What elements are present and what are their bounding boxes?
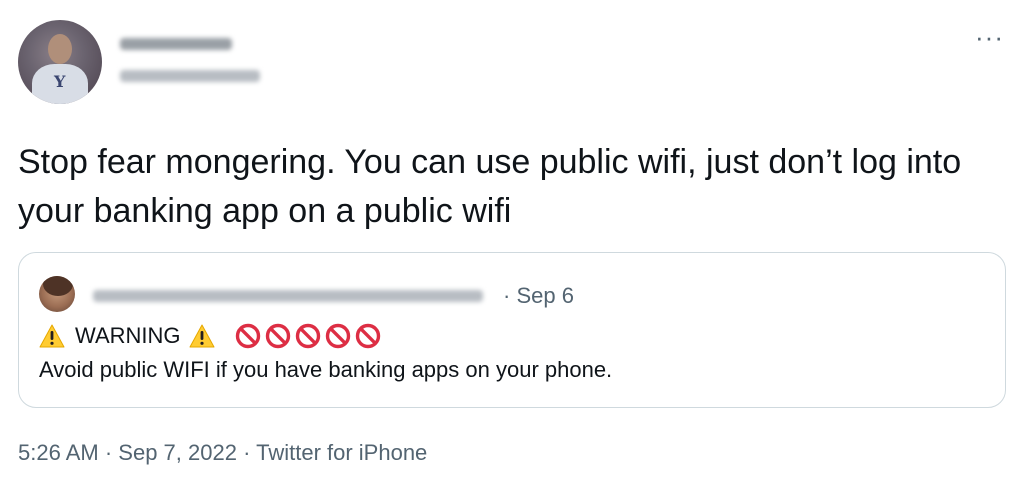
no-entry-icon	[235, 323, 260, 349]
avatar-head-shape	[48, 34, 72, 64]
no-entry-icon	[295, 323, 320, 349]
quoted-tweet-text: Avoid public WIFI if you have banking ap…	[39, 357, 613, 382]
quoted-tweet-date[interactable]: · Sep 6	[503, 283, 574, 309]
no-entry-icon	[265, 323, 290, 349]
author-handle-redacted[interactable]	[120, 70, 260, 82]
tweet-date[interactable]: Sep 7, 2022	[118, 440, 237, 465]
no-entry-icon	[325, 323, 350, 349]
quoted-tweet[interactable]: · Sep 6 WARNING Avoid public WIFI if you…	[18, 252, 1006, 408]
no-entry-group	[231, 323, 381, 349]
quoted-author-avatar[interactable]	[39, 276, 75, 312]
more-options-icon[interactable]: ···	[975, 24, 1004, 50]
warning-line: WARNING	[39, 321, 381, 351]
separator: ·	[236, 440, 257, 465]
tweet-source[interactable]: Twitter for iPhone	[256, 440, 427, 465]
author-avatar[interactable]: Y	[18, 20, 102, 104]
warning-icon	[39, 324, 65, 348]
author-name-redacted[interactable]	[120, 38, 232, 50]
avatar-hair-shape	[43, 276, 73, 296]
tweet-metadata: 5:26 AM · Sep 7, 2022 · Twitter for iPho…	[18, 440, 427, 466]
avatar-shirt-logo: Y	[54, 72, 66, 91]
separator: ·	[98, 440, 119, 465]
tweet-time[interactable]: 5:26 AM	[18, 440, 99, 465]
tweet-text: Stop fear mongering. You can use public …	[18, 143, 971, 230]
no-entry-icon	[355, 323, 380, 349]
warning-icon	[189, 324, 215, 348]
warning-word: WARNING	[75, 323, 181, 348]
quoted-author-redacted[interactable]	[93, 290, 483, 302]
